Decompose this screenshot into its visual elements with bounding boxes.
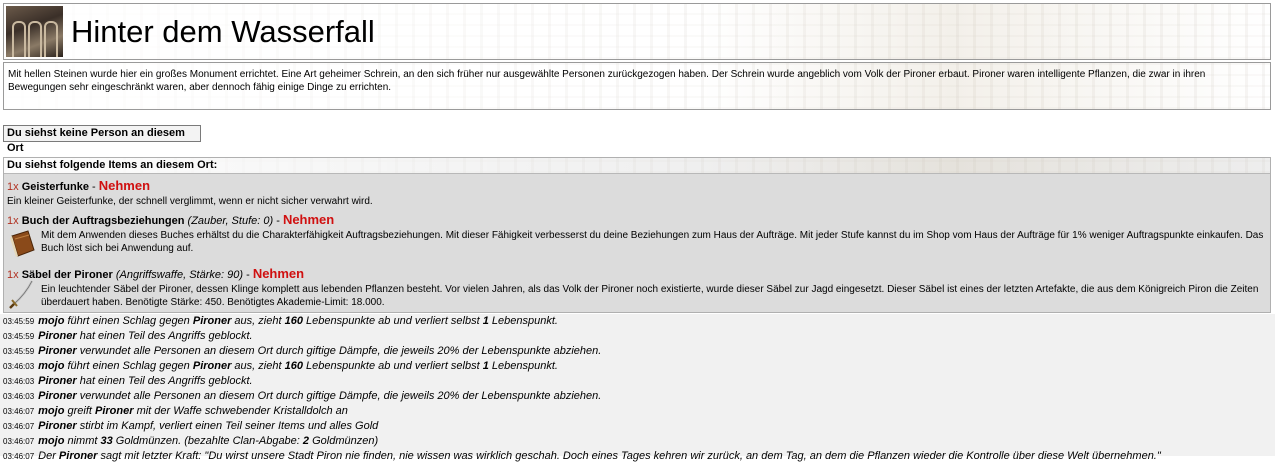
log-line: 03:45:59 mojo führt einen Schlag gegen Pi… [0,314,1275,329]
log-text: führt einen Schlag gegen [64,360,193,372]
log-text: stirbt im Kampf, verliert einen Teil sei… [76,420,379,432]
location-description-text: Mit hellen Steinen wurde hier ein großes… [8,69,1206,93]
log-emphasis: Pironer [58,450,98,462]
log-emphasis: mojo [38,315,65,327]
location-description: Mit hellen Steinen wurde hier ein großes… [3,62,1271,110]
items-panel: Du siehst folgende Items an diesem Ort: … [3,157,1271,313]
log-emphasis: 160 [284,315,303,327]
item-quantity: 1x [7,181,19,193]
log-emphasis: Pironer [95,405,134,417]
item-separator: - [276,215,280,227]
log-emphasis: Pironer [38,375,77,387]
log-emphasis: Pironer [192,360,232,372]
log-emphasis: 160 [284,360,303,372]
log-text: verwundet alle Personen an diesem Ort du… [76,390,602,402]
item-saebel-der-pironer: 1x Säbel der Pironer (Angriffswaffe, Stä… [4,266,1270,309]
log-text: nimmt [64,435,101,447]
items-panel-header: Du siehst folgende Items an diesem Ort: [4,158,1270,174]
log-text: Goldmünzen. (bezahlte Clan-Abgabe: [112,435,303,447]
log-text: Der [38,450,59,462]
item-geisterfunke: 1x Geisterfunke - Nehmen Ein kleiner Gei… [4,178,1270,208]
log-emphasis: mojo [38,435,65,447]
event-log: 03:45:59 mojo führt einen Schlag gegen Pi… [0,314,1275,462]
item-name: Geisterfunke [21,181,89,193]
log-emphasis: mojo [38,360,65,372]
log-emphasis: mojo [38,405,65,417]
take-geisterfunke-link[interactable]: Nehmen [99,178,150,193]
log-emphasis: Pironer [38,330,77,342]
log-line: 03:46:03 mojo führt einen Schlag gegen Pi… [0,359,1275,374]
item-head: 1x Buch der Auftragsbeziehungen (Zauber,… [4,212,1270,229]
people-here-button[interactable]: Du siehst keine Person an diesem Ort [3,125,201,154]
log-timestamp: 03:45:59 [3,317,35,326]
item-name: Buch der Auftragsbeziehungen [21,215,185,227]
log-line: 03:46:07 mojo nimmt 33 Goldmünzen. (bezah… [0,434,1275,449]
log-text: Lebenspunkt. [488,315,558,327]
log-text: aus, zieht [231,315,285,327]
log-text: hat einen Teil des Angriffs geblockt. [76,375,253,387]
log-timestamp: 03:45:59 [3,332,35,341]
ruins-logo-icon [6,6,63,57]
log-text: verwundet alle Personen an diesem Ort du… [76,345,602,357]
log-text: sagt mit letzter Kraft: "Du wirst unsere… [97,450,1161,462]
item-quantity: 1x [7,215,19,227]
take-buch-link[interactable]: Nehmen [283,212,334,227]
location-title: Hinter dem Wasserfall [71,14,375,49]
log-line: 03:46:07 mojo greift Pironer mit der Waff… [0,404,1275,419]
log-text: aus, zieht [231,360,285,372]
log-timestamp: 03:46:03 [3,377,35,386]
take-saebel-link[interactable]: Nehmen [253,266,304,281]
log-text: führt einen Schlag gegen [64,315,193,327]
log-timestamp: 03:46:07 [3,407,35,416]
log-text: Lebenspunkt. [488,360,558,372]
log-text: hat einen Teil des Angriffs geblockt. [76,330,253,342]
log-line: 03:46:03 Pironer verwundet alle Personen … [0,389,1275,404]
log-timestamp: 03:46:07 [3,437,35,446]
item-separator: - [246,269,250,281]
log-line: 03:45:59 Pironer hat einen Teil des Angri… [0,329,1275,344]
item-attributes: (Angriffswaffe, Stärke: 90) [115,269,244,281]
log-line: 03:46:07 Pironer stirbt im Kampf, verlier… [0,419,1275,434]
log-text: Lebenspunkte ab und verliert selbst [302,360,483,372]
book-icon [10,230,35,257]
item-attributes: (Zauber, Stufe: 0) [187,215,274,227]
log-timestamp: 03:46:07 [3,422,35,431]
log-line: 03:46:03 Pironer hat einen Teil des Angri… [0,374,1275,389]
item-separator: - [92,181,96,193]
log-line: 03:46:07 Der Pironer sagt mit letzter Kra… [0,449,1275,464]
log-text: Goldmünzen) [309,435,379,447]
log-emphasis: Pironer [38,390,77,402]
item-buch-der-auftragsbeziehungen: 1x Buch der Auftragsbeziehungen (Zauber,… [4,212,1270,257]
item-head: 1x Geisterfunke - Nehmen [4,178,1270,195]
log-line: 03:45:59 Pironer verwundet alle Personen … [0,344,1275,359]
item-description: Mit dem Anwenden dieses Buches erhältst … [41,230,1264,254]
log-emphasis: Pironer [38,420,77,432]
log-emphasis: Pironer [38,345,77,357]
log-timestamp: 03:46:03 [3,362,35,371]
log-timestamp: 03:46:03 [3,392,35,401]
log-text: greift [64,405,95,417]
item-description: Ein kleiner Geisterfunke, der schnell ve… [7,196,373,207]
item-head: 1x Säbel der Pironer (Angriffswaffe, Stä… [4,266,1270,283]
location-header: Hinter dem Wasserfall [3,3,1271,60]
log-timestamp: 03:46:07 [3,452,35,461]
log-text: Lebenspunkte ab und verliert selbst [302,315,483,327]
sabre-icon [9,280,34,309]
item-description: Ein leuchtender Säbel der Pironer, desse… [41,284,1259,308]
log-timestamp: 03:45:59 [3,347,35,356]
log-text: mit der Waffe schwebender Kristalldolch … [133,405,348,417]
log-emphasis: Pironer [192,315,232,327]
log-emphasis: 33 [100,435,113,447]
